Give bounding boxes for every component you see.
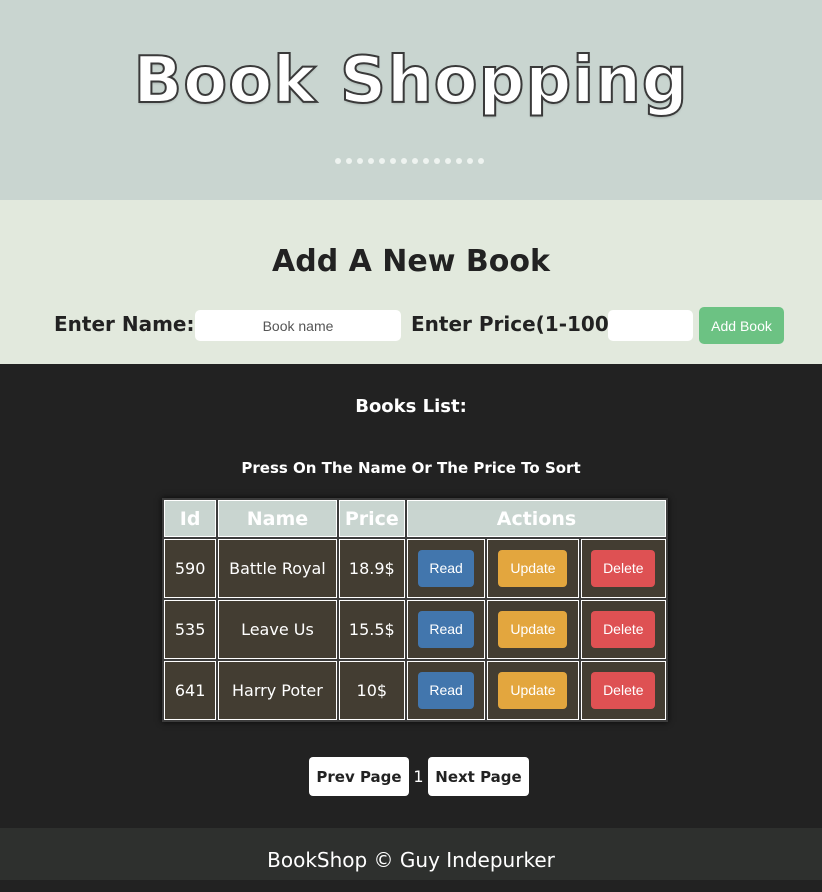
dot [412,158,418,164]
decorative-dots [335,158,500,166]
table-row: 641 Harry Poter 10$ Read Update Delete [164,661,666,720]
read-button[interactable]: Read [418,611,475,648]
add-book-heading: Add A New Book [272,244,550,279]
add-book-section: Add A New Book Enter Name: Enter Price(1… [0,200,822,364]
pagination: Prev Page 1 Next Page [309,757,529,796]
page-header: Book Shopping [0,0,822,200]
page-footer: BookShop © Guy Indepurker [0,828,822,880]
read-cell: Read [406,661,486,720]
delete-cell: Delete [580,539,666,598]
book-name: Leave Us [218,600,337,659]
dot [335,158,341,164]
book-price: 18.9$ [338,539,405,598]
table-row: 535 Leave Us 15.5$ Read Update Delete [164,600,666,659]
update-cell: Update [487,661,579,720]
dot [379,158,385,164]
sort-hint: Press On The Name Or The Price To Sort [241,459,581,477]
column-header-price[interactable]: Price [338,500,405,537]
book-id: 535 [164,600,217,659]
delete-button[interactable]: Delete [591,550,656,587]
delete-button[interactable]: Delete [591,672,656,709]
book-id: 590 [164,539,217,598]
dot [434,158,440,164]
book-price: 10$ [338,661,405,720]
current-page-number: 1 [413,767,424,786]
books-table-wrapper: Id Name Price Actions 590 Battle Royal 1… [162,498,668,722]
table-row: 590 Battle Royal 18.9$ Read Update Delet… [164,539,666,598]
update-button[interactable]: Update [498,672,568,709]
delete-button[interactable]: Delete [591,611,656,648]
books-list-section: Books List: Press On The Name Or The Pri… [0,364,822,828]
update-button[interactable]: Update [498,550,568,587]
books-list-title: Books List: [355,396,467,417]
add-book-button[interactable]: Add Book [699,307,784,344]
price-label: Enter Price(1-100): [411,312,626,336]
delete-cell: Delete [580,600,666,659]
dot [390,158,396,164]
dot [368,158,374,164]
books-table: Id Name Price Actions 590 Battle Royal 1… [162,498,668,722]
book-price-input[interactable] [608,310,693,341]
read-button[interactable]: Read [418,550,475,587]
column-header-actions: Actions [406,500,666,537]
book-id: 641 [164,661,217,720]
book-name: Battle Royal [218,539,337,598]
update-cell: Update [487,600,579,659]
read-cell: Read [406,539,486,598]
read-button[interactable]: Read [418,672,475,709]
update-cell: Update [487,539,579,598]
dot [357,158,363,164]
page-title: Book Shopping [132,43,689,119]
dot [445,158,451,164]
update-button[interactable]: Update [498,611,568,648]
read-cell: Read [406,600,486,659]
book-price: 15.5$ [338,600,405,659]
delete-cell: Delete [580,661,666,720]
column-header-id: Id [164,500,217,537]
name-label: Enter Name: [54,312,195,336]
book-name: Harry Poter [218,661,337,720]
table-header-row: Id Name Price Actions [164,500,666,537]
dot [346,158,352,164]
dot [401,158,407,164]
next-page-button[interactable]: Next Page [428,757,529,796]
dot [467,158,473,164]
dot [423,158,429,164]
column-header-name[interactable]: Name [218,500,337,537]
footer-text: BookShop © Guy Indepurker [267,848,555,872]
book-name-input[interactable] [195,310,401,341]
dot [478,158,484,164]
dot [456,158,462,164]
prev-page-button[interactable]: Prev Page [309,757,409,796]
